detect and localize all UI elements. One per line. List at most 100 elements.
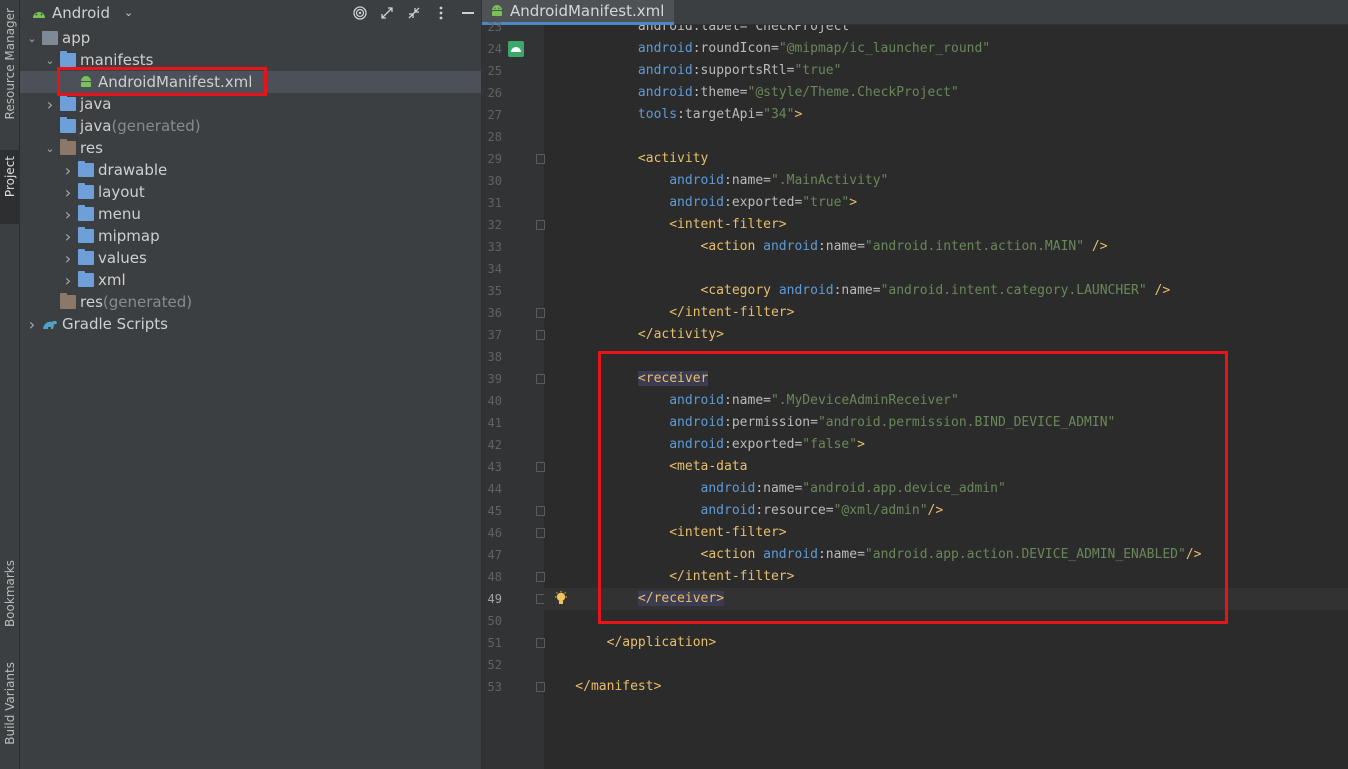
code-line[interactable]: android:exported="false">: [544, 434, 1348, 456]
tree-item[interactable]: › java: [20, 93, 481, 115]
code-line[interactable]: [544, 654, 1348, 676]
tree-item[interactable]: AndroidManifest.xml: [20, 71, 481, 93]
project-panel: Android ⌄ ⌄ app ⌄ manifests AndroidManifest.…: [20, 0, 481, 769]
code-token: <meta-data: [544, 459, 748, 474]
chevron-down-icon[interactable]: ⌄: [44, 137, 56, 159]
code-line[interactable]: android:resource="@xml/admin"/>: [544, 500, 1348, 522]
tree-item[interactable]: › values: [20, 247, 481, 269]
hide-panel-icon[interactable]: [454, 0, 481, 25]
folder-icon: [78, 161, 94, 177]
options-menu-icon[interactable]: [427, 0, 454, 25]
code-token: />: [927, 503, 944, 518]
code-token: </activity>: [544, 327, 725, 342]
tree-item-suffix: (generated): [111, 117, 201, 135]
tree-item-label: mipmap: [98, 227, 160, 245]
code-line[interactable]: tools:targetApi="34">: [544, 104, 1348, 126]
code-line[interactable]: <activity: [544, 148, 1348, 170]
code-line[interactable]: android:label="CheckProject": [544, 25, 1348, 38]
line-number-text: 44: [487, 482, 502, 496]
code-line[interactable]: [544, 610, 1348, 632]
tree-item[interactable]: › xml: [20, 269, 481, 291]
code-line[interactable]: android:permission="android.permission.B…: [544, 412, 1348, 434]
project-tab[interactable]: Project: [0, 150, 20, 224]
code-line[interactable]: </intent-filter>: [544, 566, 1348, 588]
bookmarks-tab[interactable]: Bookmarks: [0, 560, 20, 636]
code-line[interactable]: </manifest>: [544, 676, 1348, 698]
code-line[interactable]: <intent-filter>: [544, 522, 1348, 544]
locate-file-icon[interactable]: [346, 0, 373, 25]
code-token: android:label="CheckProject": [544, 25, 858, 34]
chevron-right-icon[interactable]: ›: [62, 181, 74, 203]
tree-item[interactable]: › layout: [20, 181, 481, 203]
editor-gutter[interactable]: 23 24 25 26 27 28 29 30 31 32 33 34 35 36 37 38 39 40 41 42…: [482, 20, 545, 769]
code-line[interactable]: </intent-filter>: [544, 302, 1348, 324]
folder-icon: [78, 271, 94, 287]
code-line[interactable]: android:theme="@style/Theme.CheckProject…: [544, 82, 1348, 104]
code-line[interactable]: <category android:name="android.intent.c…: [544, 280, 1348, 302]
code-line[interactable]: <meta-data: [544, 456, 1348, 478]
code-token: <action: [544, 239, 764, 254]
resource-manager-tab[interactable]: Resource Manager: [0, 8, 20, 136]
code-line[interactable]: android:exported="true">: [544, 192, 1348, 214]
code-line[interactable]: <action android:name="android.intent.act…: [544, 236, 1348, 258]
code-line[interactable]: android:name=".MyDeviceAdminReceiver": [544, 390, 1348, 412]
line-number: 45: [482, 500, 545, 522]
line-number-text: 52: [487, 658, 502, 672]
line-number: 51: [482, 632, 545, 654]
code-line[interactable]: [544, 126, 1348, 148]
chevron-right-icon[interactable]: ›: [62, 159, 74, 181]
chevron-right-icon[interactable]: ›: [62, 225, 74, 247]
code-token: "android.app.device_admin": [802, 481, 1006, 496]
code-token: android: [763, 547, 818, 562]
left-tool-strip: Resource Manager Project Bookmarks Build…: [0, 0, 20, 769]
expand-all-icon[interactable]: [373, 0, 400, 25]
line-number: 52: [482, 654, 544, 676]
chevron-right-icon[interactable]: ›: [44, 93, 56, 115]
line-number: 37: [482, 324, 545, 346]
code-token: <intent-filter>: [544, 525, 787, 540]
tree-item[interactable]: › Gradle Scripts: [20, 313, 481, 335]
code-line[interactable]: </activity>: [544, 324, 1348, 346]
tree-item[interactable]: ⌄ res: [20, 137, 481, 159]
code-token: :name=: [724, 173, 771, 188]
chevron-down-icon[interactable]: ⌄: [44, 49, 56, 71]
lightbulb-icon[interactable]: [554, 591, 568, 607]
code-line[interactable]: <receiver: [544, 368, 1348, 390]
line-number-text: 34: [487, 262, 502, 276]
line-number: 48: [482, 566, 545, 588]
code-line[interactable]: [544, 258, 1348, 280]
code-line[interactable]: </application>: [544, 632, 1348, 654]
line-number: 46: [482, 522, 545, 544]
tree-item[interactable]: ⌄ app: [20, 27, 481, 49]
line-number: 34: [482, 258, 544, 280]
android-icon: [33, 11, 45, 18]
code-area[interactable]: android:label="CheckProject" android:rou…: [544, 25, 1348, 769]
chevron-right-icon[interactable]: ›: [26, 313, 38, 335]
view-selector[interactable]: Android ⌄: [20, 4, 133, 22]
code-line[interactable]: android:name=".MainActivity": [544, 170, 1348, 192]
chevron-right-icon[interactable]: ›: [62, 269, 74, 291]
launcher-icon-preview[interactable]: [508, 41, 524, 57]
code-token: "android.intent.action.MAIN": [864, 239, 1085, 254]
collapse-all-icon[interactable]: [400, 0, 427, 25]
tree-item[interactable]: › drawable: [20, 159, 481, 181]
code-token: android: [544, 63, 693, 78]
code-line[interactable]: [544, 346, 1348, 368]
build-variants-tab[interactable]: Build Variants: [0, 662, 20, 758]
chevron-right-icon[interactable]: ›: [62, 247, 74, 269]
code-line[interactable]: android:supportsRtl="true": [544, 60, 1348, 82]
code-line[interactable]: android:name="android.app.device_admin": [544, 478, 1348, 500]
code-line[interactable]: android:roundIcon="@mipmap/ic_launcher_r…: [544, 38, 1348, 60]
tree-item[interactable]: ⌄ manifests: [20, 49, 481, 71]
chevron-down-icon[interactable]: ⌄: [26, 27, 38, 49]
code-line[interactable]: <action android:name="android.app.action…: [544, 544, 1348, 566]
tree-item[interactable]: › menu: [20, 203, 481, 225]
code-line[interactable]: <intent-filter>: [544, 214, 1348, 236]
tree-item[interactable]: res (generated): [20, 291, 481, 313]
tree-item[interactable]: java (generated): [20, 115, 481, 137]
chevron-right-icon[interactable]: ›: [62, 203, 74, 225]
code-line[interactable]: </receiver>: [544, 588, 1348, 610]
tree-item[interactable]: › mipmap: [20, 225, 481, 247]
line-number-text: 23: [487, 20, 502, 34]
